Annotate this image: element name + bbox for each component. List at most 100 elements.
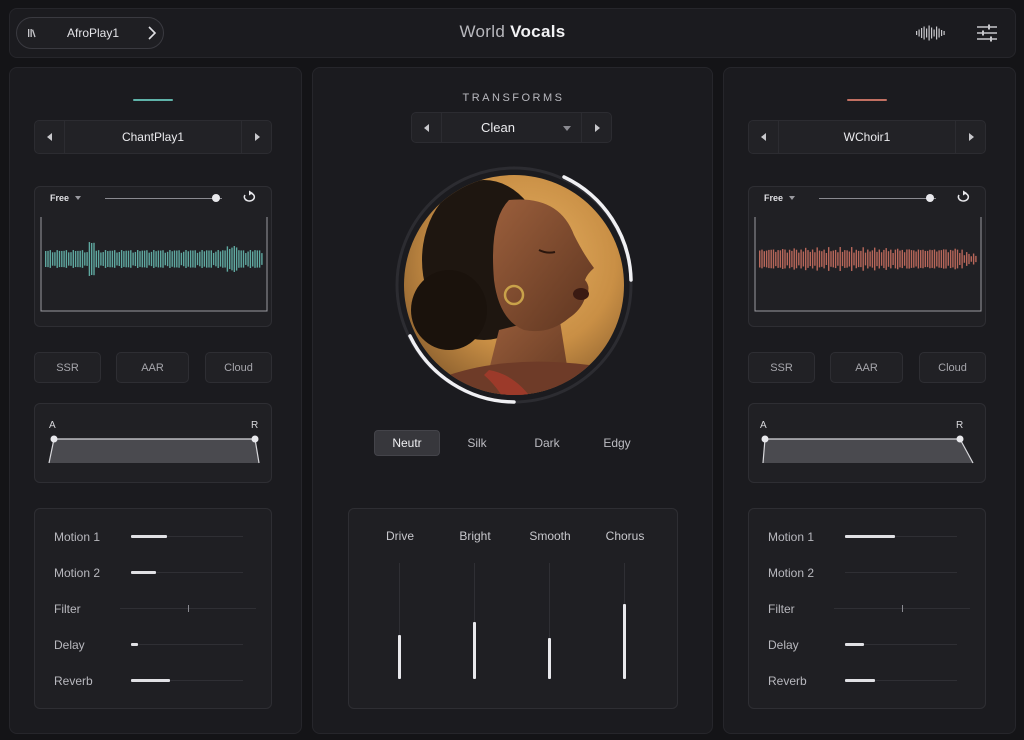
waveform-bar — [224, 250, 226, 268]
macro-row: Motion 1 — [35, 527, 273, 547]
caret-left-icon — [46, 133, 52, 141]
singer-portrait-knob[interactable] — [389, 160, 639, 410]
fader-track[interactable] — [548, 563, 551, 679]
waveform-bar — [47, 250, 49, 268]
loop-icon[interactable] — [955, 190, 971, 204]
right-preset-selector[interactable]: WChoir1 — [748, 120, 986, 154]
waveform-bar — [947, 252, 949, 266]
right-envelope-editor[interactable]: A R — [748, 403, 986, 483]
attack-handle[interactable] — [50, 435, 58, 443]
left-preset-selector[interactable]: ChantPlay1 — [34, 120, 272, 154]
waveform-bar — [68, 252, 70, 266]
waveform-bar — [855, 249, 857, 269]
left-envelope-editor[interactable]: A R — [34, 403, 272, 483]
filter-slider[interactable] — [120, 605, 256, 612]
wave-mode-dropdown[interactable]: Free — [50, 193, 69, 203]
waveform-bar — [254, 250, 256, 268]
waveform-bar — [91, 242, 93, 276]
dropdown-caret-icon[interactable] — [563, 126, 571, 131]
waveform-bar — [862, 247, 864, 271]
macro-label: Reverb — [768, 674, 807, 688]
waveform-bar — [966, 252, 968, 266]
attack-handle[interactable] — [761, 435, 769, 443]
macro-label: Motion 2 — [768, 566, 815, 580]
tone-button-silk[interactable]: Silk — [444, 430, 510, 456]
transform-selector[interactable]: Clean — [411, 112, 612, 143]
macro-slider[interactable] — [845, 679, 957, 682]
prev-preset-button[interactable] — [35, 121, 65, 153]
release-handle[interactable] — [251, 435, 259, 443]
filter-slider[interactable] — [834, 605, 970, 612]
waveform-bar — [970, 256, 972, 262]
mode-button-cloud[interactable]: Cloud — [205, 352, 272, 383]
waveform-bar — [146, 250, 148, 268]
envelope-graph[interactable] — [749, 404, 987, 484]
waveform-icon[interactable] — [914, 24, 946, 42]
tone-button-dark[interactable]: Dark — [514, 430, 580, 456]
fader-track[interactable] — [398, 563, 401, 679]
release-handle[interactable] — [956, 435, 964, 443]
fader-track[interactable] — [623, 563, 626, 679]
waveform-bar — [839, 247, 841, 271]
left-macro-controls: Motion 1 Motion 2 Filter Delay Reverb — [34, 508, 272, 709]
right-waveform-display[interactable]: Free — [748, 186, 986, 327]
waveform-bar — [924, 250, 926, 268]
waveform-bar — [945, 249, 947, 269]
app-title: World Vocals — [10, 22, 1015, 42]
macro-label: Reverb — [54, 674, 93, 688]
start-position-knob[interactable] — [926, 194, 935, 202]
mode-button-ssr[interactable]: SSR — [748, 352, 815, 383]
waveform-bar — [894, 249, 897, 269]
waveform-bar — [153, 250, 155, 268]
next-preset-button[interactable] — [241, 121, 271, 153]
macro-row: Reverb — [749, 671, 987, 691]
fader-track[interactable] — [473, 563, 476, 679]
waveform-bar — [222, 250, 224, 268]
waveform-bar — [818, 250, 821, 268]
prev-preset-button[interactable] — [749, 121, 779, 153]
start-position-knob[interactable] — [212, 194, 221, 202]
waveform-bar — [821, 251, 823, 267]
waveform-icon-bar — [923, 26, 925, 40]
mode-button-aar[interactable]: AAR — [830, 352, 903, 383]
mode-button-ssr[interactable]: SSR — [34, 352, 101, 383]
fader-smooth: Smooth — [515, 509, 585, 710]
tone-button-edgy[interactable]: Edgy — [584, 430, 650, 456]
sliders-icon[interactable] — [976, 23, 998, 43]
waveform-bar — [825, 252, 828, 266]
waveform-bar — [832, 250, 834, 268]
waveform-bar — [869, 251, 871, 267]
waveform-bar — [887, 251, 890, 267]
layer-accent-line — [847, 99, 887, 101]
mode-button-aar[interactable]: AAR — [116, 352, 189, 383]
tone-button-neutr[interactable]: Neutr — [374, 430, 440, 456]
macro-slider[interactable] — [131, 571, 243, 574]
start-position-slider[interactable] — [105, 198, 222, 199]
waveform-bar — [915, 251, 917, 267]
waveform-bar — [860, 250, 862, 268]
waveform-bar — [137, 250, 139, 268]
macro-slider[interactable] — [131, 679, 243, 682]
start-position-slider[interactable] — [819, 198, 936, 199]
macro-slider[interactable] — [845, 572, 957, 573]
loop-icon[interactable] — [241, 190, 257, 204]
next-transform-button[interactable] — [581, 113, 611, 142]
waveform-bar — [203, 251, 206, 267]
fader-fill — [473, 622, 476, 679]
waveform-bar — [805, 247, 807, 271]
right-preset-name: WChoir1 — [843, 130, 891, 144]
waveform-bar — [141, 250, 143, 268]
left-waveform-display[interactable]: Free — [34, 186, 272, 327]
macro-slider[interactable] — [845, 643, 957, 646]
waveform-bar — [793, 248, 795, 270]
macro-slider[interactable] — [131, 535, 243, 538]
mode-button-cloud[interactable]: Cloud — [919, 352, 986, 383]
prev-transform-button[interactable] — [412, 113, 442, 142]
wave-mode-dropdown[interactable]: Free — [764, 193, 783, 203]
waveform-bar — [240, 250, 242, 268]
next-preset-button[interactable] — [955, 121, 985, 153]
macro-slider[interactable] — [845, 535, 957, 538]
waveform-bar — [952, 250, 954, 268]
macro-slider[interactable] — [131, 643, 243, 646]
envelope-graph[interactable] — [35, 404, 273, 484]
